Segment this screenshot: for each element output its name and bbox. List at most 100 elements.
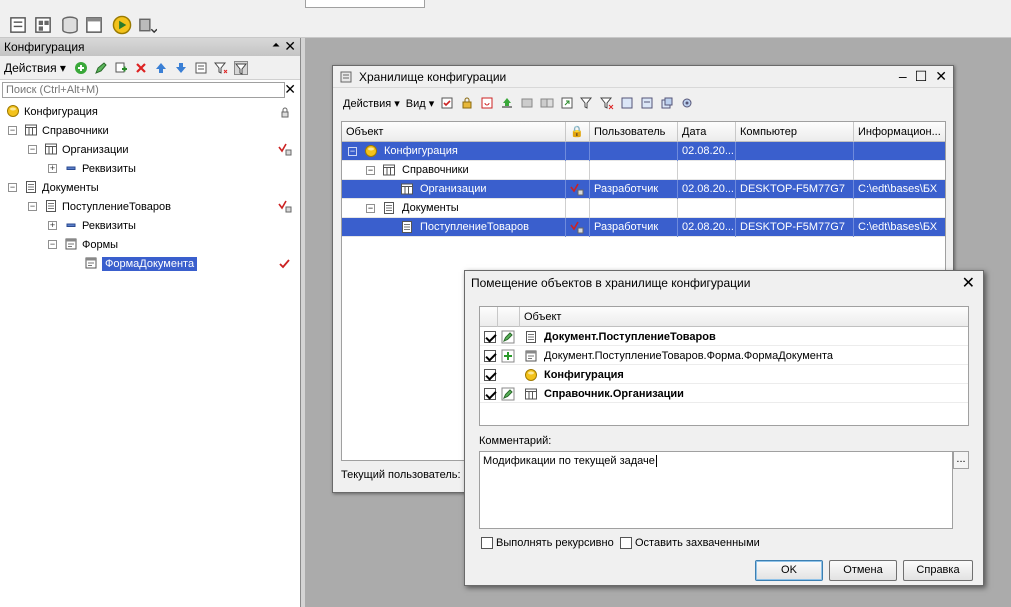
- filter-active-icon[interactable]: [233, 60, 248, 75]
- recursive-checkbox-box[interactable]: [481, 537, 493, 549]
- run-icon[interactable]: [112, 15, 132, 35]
- catalog-icon: [24, 123, 38, 137]
- check-icon[interactable]: [440, 96, 454, 110]
- delete-icon[interactable]: [134, 61, 148, 75]
- configuration-search-input[interactable]: [2, 82, 285, 98]
- comment-textarea[interactable]: Модификации по текущей задаче: [479, 451, 953, 529]
- column-user[interactable]: Пользователь: [590, 122, 678, 142]
- database-icon[interactable]: [60, 15, 80, 35]
- edit-icon[interactable]: [94, 61, 108, 75]
- column-object[interactable]: Объект: [520, 307, 970, 327]
- collapse-icon[interactable]: −: [8, 183, 17, 192]
- table-row[interactable]: − Конфигурация 02.08.20...: [342, 142, 945, 161]
- object-checkbox[interactable]: [484, 368, 496, 381]
- collapse-icon[interactable]: −: [28, 202, 37, 211]
- window-icon[interactable]: [84, 15, 104, 35]
- collapse-icon[interactable]: −: [28, 145, 37, 154]
- locked-in-storage-icon: [570, 221, 584, 235]
- collapse-icon[interactable]: −: [348, 147, 357, 156]
- collapse-icon[interactable]: −: [8, 126, 17, 135]
- refresh-icon[interactable]: [560, 96, 574, 110]
- cancel-button[interactable]: Отмена: [829, 560, 897, 581]
- table-row[interactable]: − Документы: [342, 199, 945, 218]
- tree-item[interactable]: Конфигурация: [0, 102, 300, 121]
- collapse-icon[interactable]: −: [366, 204, 375, 213]
- toolbar-search-input[interactable]: [305, 0, 425, 8]
- tree-item[interactable]: ФормаДокумента: [0, 254, 300, 273]
- column-object[interactable]: Объект: [342, 122, 566, 142]
- list-item[interactable]: Документ.ПоступлениеТоваров: [480, 327, 968, 346]
- config-ball-icon: [364, 144, 378, 158]
- unlock-icon[interactable]: [480, 96, 494, 110]
- collapse-icon[interactable]: −: [366, 166, 375, 175]
- move-up-icon[interactable]: [154, 61, 168, 75]
- close-icon[interactable]: ✕: [284, 38, 296, 55]
- collapse-icon[interactable]: −: [48, 240, 57, 249]
- column-computer[interactable]: Компьютер: [736, 122, 854, 142]
- table-row[interactable]: − Справочники: [342, 161, 945, 180]
- compare-icon[interactable]: [540, 96, 554, 110]
- clear-filter-icon[interactable]: [600, 96, 614, 110]
- close-icon[interactable]: ✕: [935, 68, 947, 85]
- minimize-icon[interactable]: –: [899, 68, 907, 85]
- filter-icon[interactable]: [213, 61, 228, 75]
- column-lock[interactable]: 🔒: [566, 122, 590, 142]
- catalog-icon: [524, 387, 538, 401]
- storage-table-body: − Конфигурация 02.08.20... − Справочники Орга…: [342, 142, 945, 237]
- add-icon: [501, 349, 515, 363]
- table-row[interactable]: ПоступлениеТоваров Разработчик 02.08.20...…: [342, 218, 945, 237]
- object-checkbox[interactable]: [484, 330, 496, 343]
- report-icon[interactable]: [640, 96, 654, 110]
- tree-item-label: Реквизиты: [82, 162, 136, 175]
- tree-item[interactable]: − Документы: [0, 178, 300, 197]
- column-date[interactable]: Дата: [678, 122, 736, 142]
- panel-toggle-icon[interactable]: [8, 15, 28, 35]
- tree-item[interactable]: − ПоступлениеТоваров: [0, 197, 300, 216]
- object-checkbox[interactable]: [484, 387, 496, 400]
- actions-menu[interactable]: Действия ▾: [343, 97, 400, 110]
- add-icon[interactable]: [74, 61, 88, 75]
- tree-item[interactable]: − Формы: [0, 235, 300, 254]
- column-info[interactable]: Информацион...: [854, 122, 947, 142]
- copy-icon[interactable]: [114, 61, 128, 75]
- pin-icon[interactable]: ⏶: [272, 40, 280, 51]
- comment-select-button[interactable]: ...: [953, 451, 969, 469]
- cell-object: − Конфигурация: [342, 142, 566, 161]
- versions-icon[interactable]: [660, 96, 674, 110]
- view-menu[interactable]: Вид ▾: [406, 97, 434, 110]
- settings-icon[interactable]: [680, 96, 694, 110]
- list-item[interactable]: Конфигурация: [480, 365, 968, 384]
- get-icon[interactable]: [520, 96, 534, 110]
- history-icon[interactable]: [620, 96, 634, 110]
- expand-icon[interactable]: +: [48, 221, 57, 230]
- table-row[interactable]: Организации Разработчик 02.08.20... DESKTOP…: [342, 180, 945, 199]
- object-action-cell: [501, 384, 515, 403]
- tree-item-label: Документы: [42, 181, 99, 194]
- tree-item[interactable]: + Реквизиты: [0, 216, 300, 235]
- debug-dropdown-icon[interactable]: [137, 15, 157, 35]
- tree-item[interactable]: − Справочники: [0, 121, 300, 140]
- list-item[interactable]: Справочник.Организации: [480, 384, 968, 403]
- maximize-icon[interactable]: ☐: [915, 68, 928, 85]
- expand-icon[interactable]: +: [48, 164, 57, 173]
- keep-locked-checkbox-box[interactable]: [620, 537, 632, 549]
- ok-button[interactable]: OK: [755, 560, 823, 581]
- clear-search-icon[interactable]: ✕: [284, 81, 296, 98]
- move-down-icon[interactable]: [174, 61, 188, 75]
- help-button[interactable]: Справка: [903, 560, 973, 581]
- filter-icon[interactable]: [580, 96, 594, 110]
- object-checkbox[interactable]: [484, 349, 496, 362]
- recursive-checkbox[interactable]: Выполнять рекурсивно: [481, 537, 614, 549]
- properties-icon[interactable]: [194, 61, 208, 75]
- close-icon[interactable]: ✕: [962, 273, 975, 293]
- tree-item[interactable]: − Организации: [0, 140, 300, 159]
- tree-item-label: Организации: [62, 143, 129, 156]
- commit-icon[interactable]: [500, 96, 514, 110]
- list-item[interactable]: Документ.ПоступлениеТоваров.Форма.ФормаД…: [480, 346, 968, 365]
- tree-item[interactable]: + Реквизиты: [0, 159, 300, 178]
- keep-locked-checkbox[interactable]: Оставить захваченными: [620, 537, 760, 549]
- lock-icon: 🔒: [570, 126, 584, 138]
- grid-icon[interactable]: [33, 15, 53, 35]
- lock-object-icon[interactable]: [460, 96, 474, 110]
- actions-menu[interactable]: Действия ▾: [4, 61, 66, 75]
